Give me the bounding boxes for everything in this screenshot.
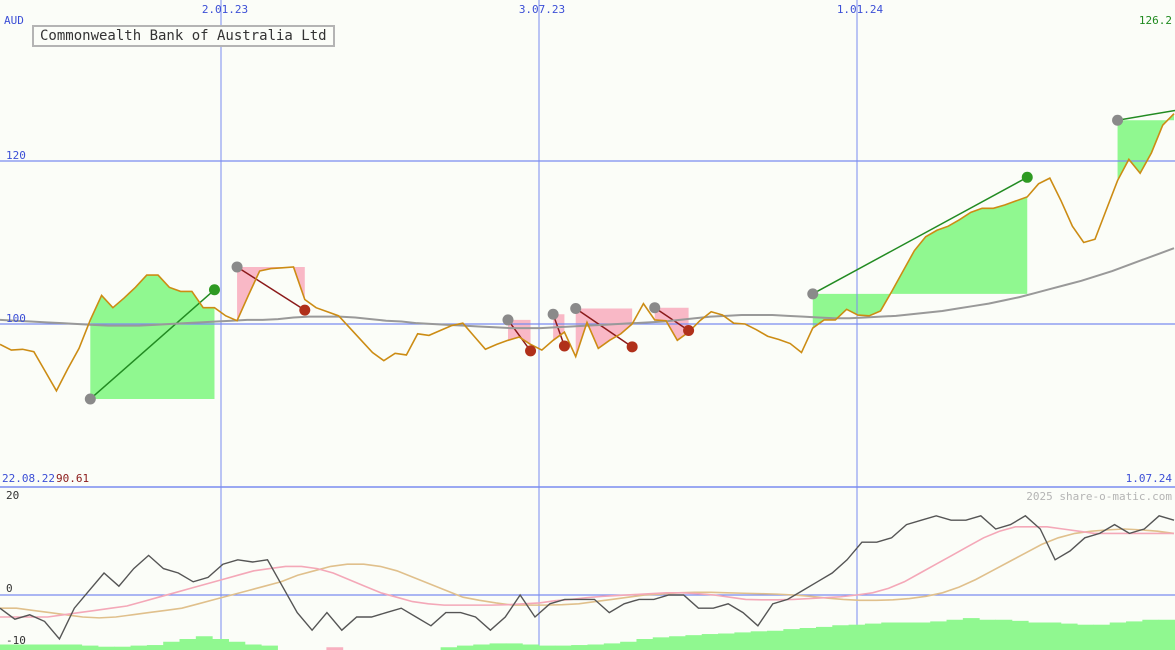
volume-bar	[1158, 619, 1175, 650]
volume-bar	[505, 643, 523, 650]
trade-entry-marker	[1112, 114, 1124, 126]
osc-tick-label: 20	[6, 489, 19, 502]
volume-bar	[489, 643, 507, 650]
start-value-label: 90.61	[56, 472, 89, 485]
trade-exit-win-marker	[1021, 171, 1033, 183]
volume-bar	[603, 643, 621, 650]
volume-bar	[799, 628, 817, 650]
y-tick-label: 100	[6, 312, 26, 325]
volume-bar	[179, 639, 197, 650]
volume-bar	[473, 644, 491, 650]
volume-bar	[750, 631, 768, 650]
volume-bar	[571, 645, 588, 650]
trade-entry-marker	[84, 393, 96, 405]
end-date-label: 1.07.24	[1126, 472, 1173, 485]
volume-bar	[930, 621, 948, 650]
volume-bar	[881, 622, 899, 650]
volume-bar	[587, 644, 605, 650]
volume-bar	[1077, 624, 1094, 650]
volume-bar	[32, 644, 50, 650]
volume-bar	[456, 645, 474, 650]
volume-bar	[685, 635, 703, 650]
trade-entry-marker	[547, 308, 559, 320]
volume-bar	[815, 626, 833, 650]
volume-bar	[979, 619, 996, 650]
volume-bar	[701, 634, 719, 650]
trade-entry-marker	[649, 302, 661, 314]
volume-bar	[718, 633, 735, 650]
currency-label: AUD	[4, 14, 24, 27]
volume-bar	[163, 641, 181, 650]
volume-bar	[1060, 623, 1078, 650]
volume-bar	[261, 645, 278, 650]
trade-entry-marker	[807, 288, 819, 300]
x-tick-label: 3.07.23	[519, 3, 565, 16]
volume-bar	[848, 624, 866, 650]
trade-exit-loss-marker	[299, 304, 311, 316]
volume-bar	[783, 629, 801, 650]
volume-bar	[913, 622, 931, 650]
volume-bar	[995, 619, 1013, 650]
volume-bar	[734, 632, 752, 650]
y-tick-label: 120	[6, 149, 26, 162]
volume-bar	[669, 636, 686, 650]
volume-bar	[228, 641, 246, 650]
x-tick-label: 2.01.23	[202, 3, 248, 16]
osc-tick-label: -10	[6, 634, 26, 647]
volume-bar	[1028, 622, 1045, 650]
trade-exit-loss-marker	[626, 341, 638, 353]
volume-bar	[897, 622, 915, 650]
stock-chart: AUD 2.01.23 3.07.23 1.01.24 126.2 120 10…	[0, 0, 1175, 650]
volume-bar	[1044, 622, 1062, 650]
last-value-label: 126.2	[1139, 14, 1172, 27]
volume-bar	[522, 644, 540, 650]
trade-exit-win-marker	[208, 284, 220, 296]
volume-bar	[1093, 624, 1111, 650]
x-tick-label: 1.01.24	[837, 3, 884, 16]
trade-entry-marker	[502, 314, 514, 326]
trade-entry-marker	[570, 303, 582, 315]
volume-bar	[554, 645, 572, 650]
trade-exit-loss-marker	[558, 340, 570, 352]
volume-bar	[832, 625, 850, 650]
volume-bar	[962, 618, 980, 650]
volume-bar	[146, 645, 164, 650]
volume-bar	[946, 619, 964, 650]
start-date-label: 22.08.22	[2, 472, 55, 485]
chart-title: Commonwealth Bank of Australia Ltd	[32, 25, 335, 47]
trade-exit-loss-marker	[525, 345, 537, 357]
volume-bar	[212, 639, 229, 650]
watermark: 2025 share-o-matic.com	[1026, 490, 1172, 503]
volume-bar	[864, 623, 882, 650]
volume-bar	[620, 641, 637, 650]
volume-bar	[81, 645, 99, 650]
volume-bar	[195, 636, 213, 650]
volume-bar	[767, 630, 784, 650]
volume-bar	[1109, 622, 1127, 650]
volume-bar	[1011, 620, 1029, 650]
volume-bar	[538, 645, 556, 650]
volume-bar	[636, 639, 654, 650]
volume-bar	[1142, 619, 1160, 650]
trade-exit-loss-marker	[683, 325, 695, 337]
osc-tick-label: 0	[6, 582, 13, 595]
trade-entry-marker	[231, 261, 243, 273]
volume-bar	[48, 644, 66, 650]
volume-bar	[652, 637, 670, 650]
volume-bar	[1126, 621, 1143, 650]
volume-bar	[130, 645, 148, 650]
volume-bar	[65, 644, 83, 650]
volume-bar	[244, 644, 262, 650]
